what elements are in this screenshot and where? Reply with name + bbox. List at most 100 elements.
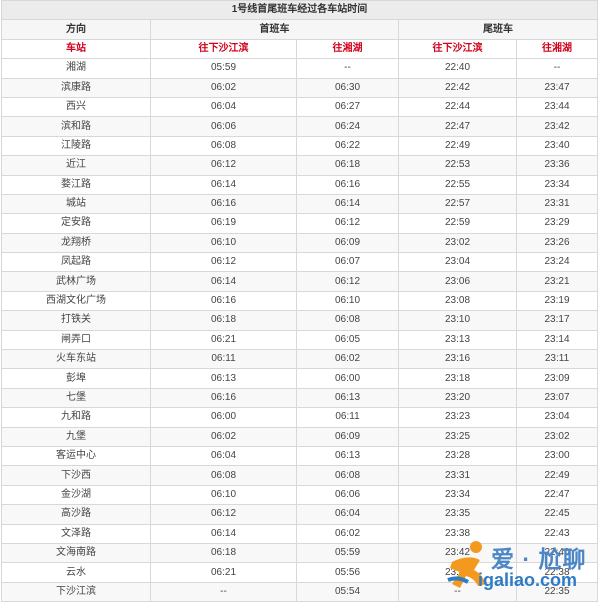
station-cell: 文海南路 bbox=[1, 542, 151, 564]
first-to-xiasha-cell: 06:14 bbox=[150, 523, 297, 544]
station-cell: 定安路 bbox=[1, 213, 151, 234]
last-to-xianghu-cell: 22:45 bbox=[516, 504, 598, 525]
first-to-xiasha-cell: 06:18 bbox=[150, 310, 297, 331]
first-to-xiasha-cell: 06:12 bbox=[150, 252, 297, 273]
last-to-xiasha-cell: 23:25 bbox=[398, 426, 517, 447]
table-row: 九和路 06:00 06:11 23:23 23:04 bbox=[1, 407, 598, 428]
last-to-xianghu-cell: 22:43 bbox=[516, 523, 598, 544]
last-to-xianghu-cell: 23:21 bbox=[516, 271, 598, 292]
first-to-xiasha-cell: 06:02 bbox=[150, 426, 297, 447]
first-to-xianghu-cell: 06:10 bbox=[296, 290, 399, 312]
first-to-xiasha-cell: 06:10 bbox=[150, 484, 297, 506]
first-to-xianghu-cell: 06:06 bbox=[296, 484, 399, 506]
last-to-xiasha-cell: 23:06 bbox=[398, 271, 517, 292]
last-to-xianghu-cell: 23:09 bbox=[516, 368, 598, 389]
table-title-row: 1号线首尾班车经过各车站时间 bbox=[1, 0, 598, 21]
station-cell: 文泽路 bbox=[1, 523, 151, 544]
first-to-xianghu-cell: 06:13 bbox=[296, 387, 399, 409]
timetable: 1号线首尾班车经过各车站时间 方向 首班车 尾班车 车站 往下沙江滨 往湘湖 往… bbox=[1, 0, 598, 602]
last-to-xiasha-header: 往下沙江滨 bbox=[398, 38, 517, 60]
table-row: 闸弄口 06:21 06:05 23:13 23:14 bbox=[1, 329, 598, 351]
station-cell: 婺江路 bbox=[1, 174, 151, 195]
table-row: 七堡 06:16 06:13 23:20 23:07 bbox=[1, 387, 598, 409]
table-row: 湘湖 05:59 -- 22:40 -- bbox=[1, 58, 598, 79]
first-to-xianghu-cell: 06:18 bbox=[296, 155, 399, 176]
last-to-xianghu-cell: 23:04 bbox=[516, 407, 598, 428]
last-to-xiasha-cell: 23:04 bbox=[398, 252, 517, 273]
first-to-xianghu-cell: -- bbox=[296, 58, 399, 79]
last-to-xiasha-cell: 23:31 bbox=[398, 465, 517, 486]
table-row: 云水 06:21 05:56 23:44 22:38 bbox=[1, 562, 598, 583]
last-to-xiasha-cell: 22:49 bbox=[398, 135, 517, 157]
first-to-xiasha-cell: 06:00 bbox=[150, 407, 297, 428]
last-to-xiasha-cell: 22:40 bbox=[398, 58, 517, 79]
station-cell: 彭埠 bbox=[1, 368, 151, 389]
first-to-xianghu-cell: 06:11 bbox=[296, 407, 399, 428]
last-to-xianghu-cell: 23:42 bbox=[516, 116, 598, 137]
first-to-xianghu-cell: 06:02 bbox=[296, 523, 399, 544]
station-header: 车站 bbox=[1, 38, 151, 60]
first-to-xiasha-cell: 06:21 bbox=[150, 329, 297, 351]
table-row: 滨康路 06:02 06:30 22:42 23:47 bbox=[1, 77, 598, 98]
last-to-xianghu-cell: 23:02 bbox=[516, 426, 598, 447]
table-row: 西兴 06:04 06:27 22:44 23:44 bbox=[1, 96, 598, 118]
last-to-xianghu-cell: 22:38 bbox=[516, 562, 598, 583]
first-to-xianghu-cell: 06:08 bbox=[296, 465, 399, 486]
last-to-xianghu-cell: 23:31 bbox=[516, 193, 598, 215]
last-to-xiasha-cell: 23:23 bbox=[398, 407, 517, 428]
station-cell: 西兴 bbox=[1, 96, 151, 118]
table-row: 下沙西 06:08 06:08 23:31 22:49 bbox=[1, 465, 598, 486]
first-to-xiasha-cell: 06:14 bbox=[150, 271, 297, 292]
last-to-xiasha-cell: 23:10 bbox=[398, 310, 517, 331]
last-train-header: 尾班车 bbox=[398, 19, 598, 40]
first-to-xiasha-cell: 06:08 bbox=[150, 135, 297, 157]
first-to-xiasha-header: 往下沙江滨 bbox=[150, 38, 297, 60]
first-to-xianghu-cell: 06:05 bbox=[296, 329, 399, 351]
first-to-xiasha-cell: 06:04 bbox=[150, 96, 297, 118]
last-to-xiasha-cell: 22:55 bbox=[398, 174, 517, 195]
first-to-xianghu-cell: 06:12 bbox=[296, 271, 399, 292]
first-to-xianghu-cell: 06:12 bbox=[296, 213, 399, 234]
first-to-xianghu-cell: 06:02 bbox=[296, 349, 399, 370]
first-to-xianghu-cell: 06:13 bbox=[296, 445, 399, 467]
table-row: 西湖文化广场 06:16 06:10 23:08 23:19 bbox=[1, 290, 598, 312]
last-to-xianghu-cell: 22:47 bbox=[516, 484, 598, 506]
table-row: 文泽路 06:14 06:02 23:38 22:43 bbox=[1, 523, 598, 544]
first-to-xiasha-cell: 06:02 bbox=[150, 77, 297, 98]
table-title: 1号线首尾班车经过各车站时间 bbox=[1, 0, 598, 21]
header-row: 方向 首班车 尾班车 bbox=[1, 19, 598, 40]
last-to-xianghu-cell: 22:40 bbox=[516, 542, 598, 564]
first-to-xianghu-cell: 06:27 bbox=[296, 96, 399, 118]
first-to-xianghu-cell: 06:22 bbox=[296, 135, 399, 157]
first-to-xiasha-cell: 06:04 bbox=[150, 445, 297, 467]
station-cell: 金沙湖 bbox=[1, 484, 151, 506]
station-cell: 近江 bbox=[1, 155, 151, 176]
station-cell: 闸弄口 bbox=[1, 329, 151, 351]
first-to-xiasha-cell: 06:16 bbox=[150, 290, 297, 312]
first-to-xianghu-cell: 06:04 bbox=[296, 504, 399, 525]
first-to-xiasha-cell: 06:08 bbox=[150, 465, 297, 486]
table-row: 婺江路 06:14 06:16 22:55 23:34 bbox=[1, 174, 598, 195]
station-cell: 滨康路 bbox=[1, 77, 151, 98]
last-to-xiasha-cell: 23:34 bbox=[398, 484, 517, 506]
direction-header: 方向 bbox=[1, 19, 151, 40]
last-to-xianghu-cell: 23:26 bbox=[516, 232, 598, 254]
last-to-xianghu-cell: 23:00 bbox=[516, 445, 598, 467]
first-to-xiasha-cell: 06:18 bbox=[150, 542, 297, 564]
first-to-xiasha-cell: 06:12 bbox=[150, 504, 297, 525]
last-to-xiasha-cell: 22:57 bbox=[398, 193, 517, 215]
table-row: 打铁关 06:18 06:08 23:10 23:17 bbox=[1, 310, 598, 331]
table-row: 九堡 06:02 06:09 23:25 23:02 bbox=[1, 426, 598, 447]
first-to-xiasha-cell: 06:16 bbox=[150, 193, 297, 215]
first-to-xiasha-cell: 06:11 bbox=[150, 349, 297, 370]
first-to-xiasha-cell: 06:14 bbox=[150, 174, 297, 195]
table-row: 武林广场 06:14 06:12 23:06 23:21 bbox=[1, 271, 598, 292]
first-to-xiasha-cell: 06:10 bbox=[150, 232, 297, 254]
station-cell: 下沙西 bbox=[1, 465, 151, 486]
first-to-xiasha-cell: 06:19 bbox=[150, 213, 297, 234]
station-cell: 七堡 bbox=[1, 387, 151, 409]
last-to-xiasha-cell: 22:42 bbox=[398, 77, 517, 98]
first-to-xiasha-cell: 06:13 bbox=[150, 368, 297, 389]
last-to-xiasha-cell: 23:44 bbox=[398, 562, 517, 583]
last-to-xianghu-header: 往湘湖 bbox=[516, 38, 598, 60]
